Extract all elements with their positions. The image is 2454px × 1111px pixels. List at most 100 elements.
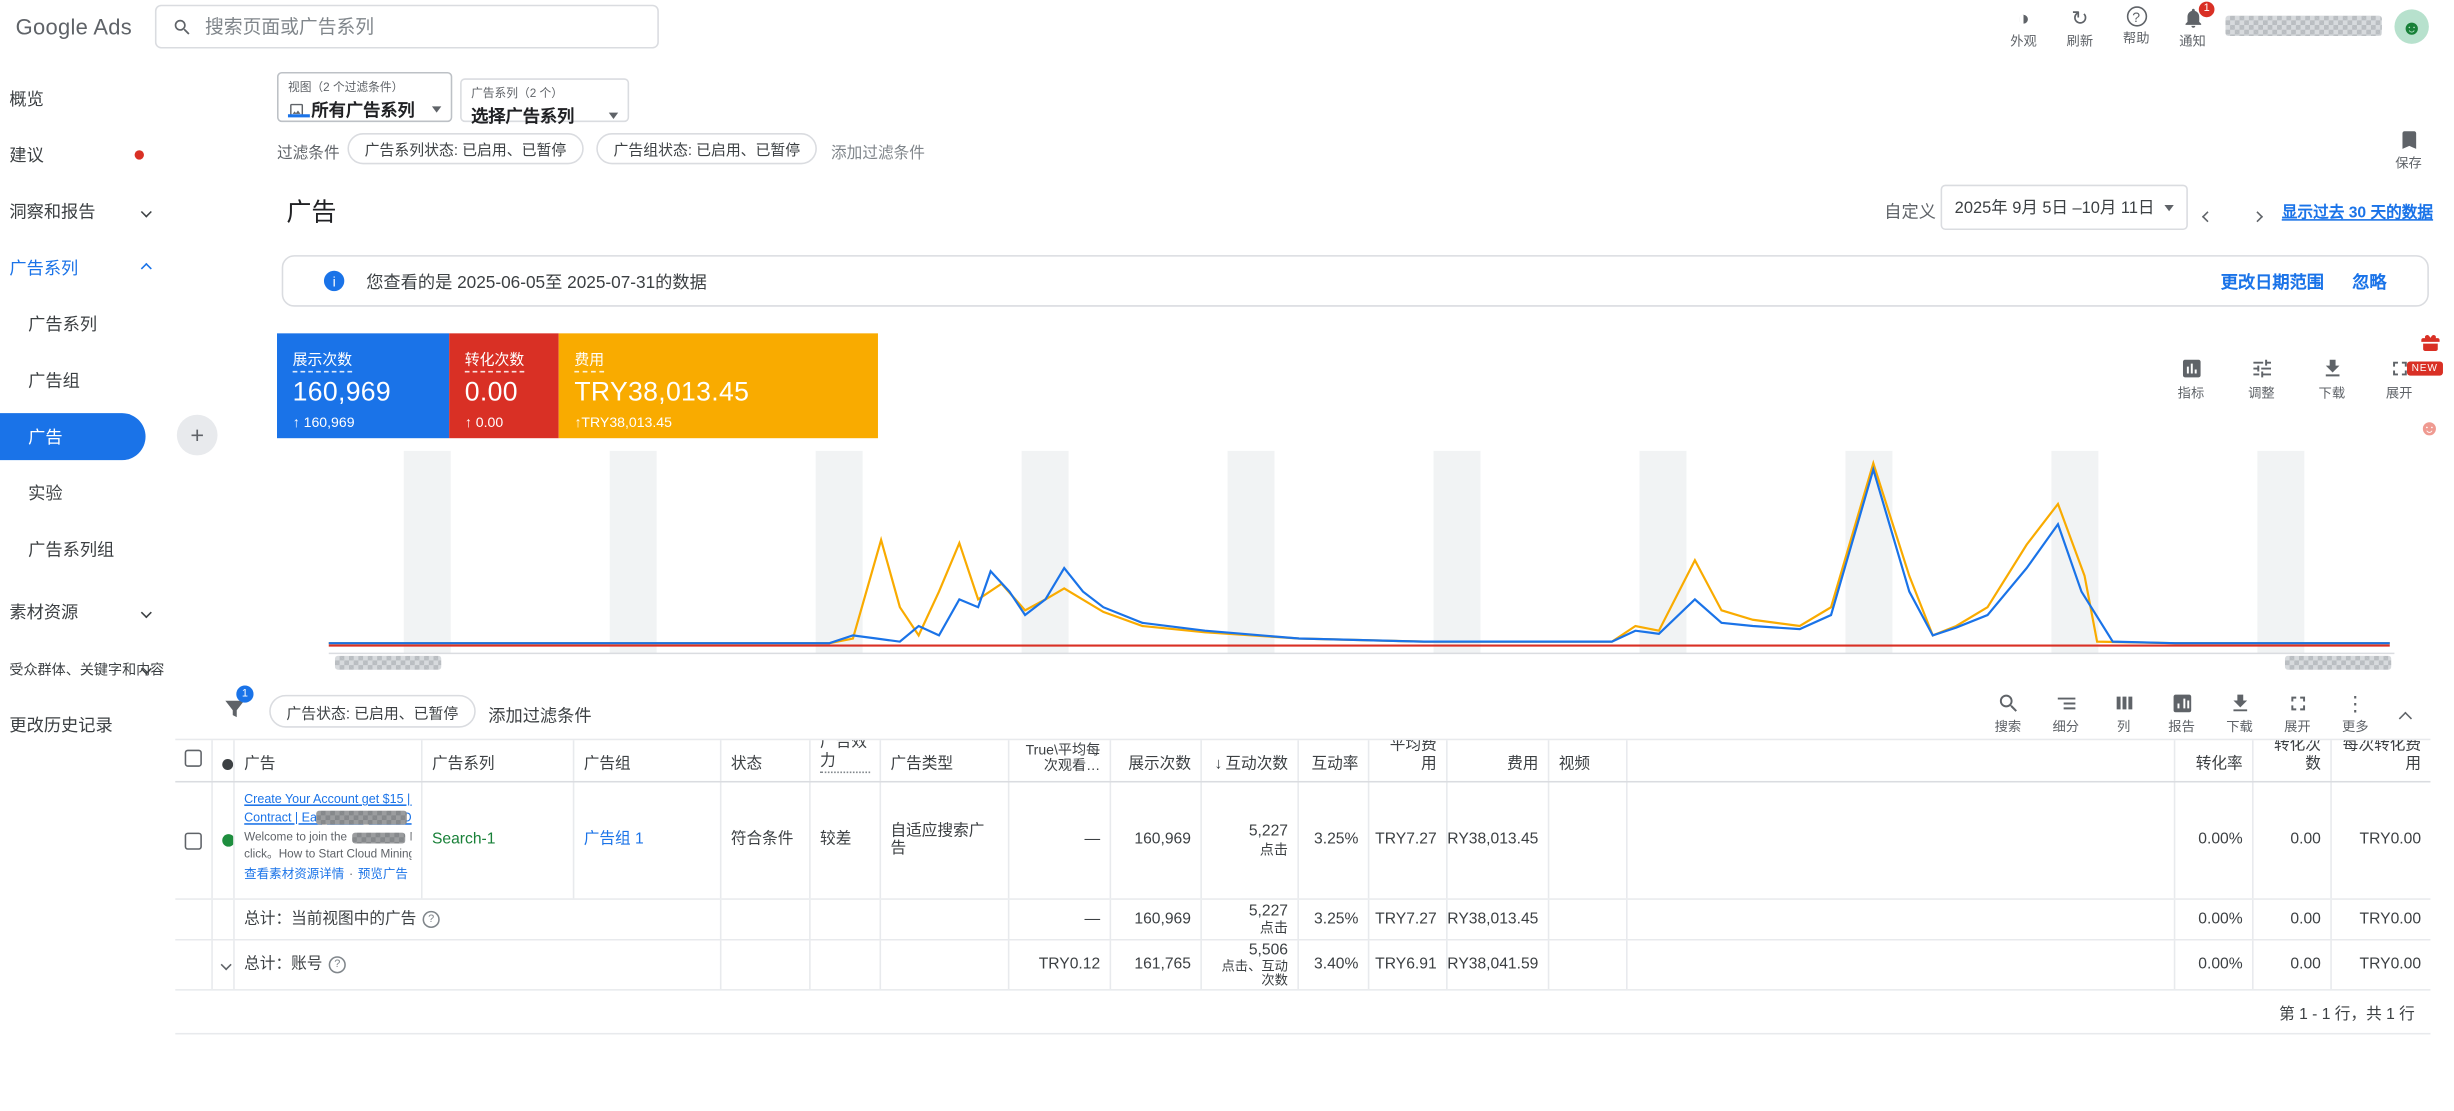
ad-status-filter-chip[interactable]: 广告状态: 已启用、已暂停	[269, 694, 476, 728]
sidebar-item-experiments[interactable]: 实验	[0, 465, 169, 521]
empty-cell	[881, 899, 1010, 940]
ad-title-link[interactable]: Create Your Account get $15 | Cloud Mini…	[244, 790, 411, 809]
scorecard-conversions[interactable]: 转化次数 0.00 ↑ 0.00	[449, 333, 559, 439]
search-icon	[1999, 694, 2017, 712]
separator-dot: ·	[348, 867, 354, 882]
previous-period-button[interactable]	[2201, 200, 2213, 228]
expand-totals-cell[interactable]	[213, 940, 235, 990]
scorecard-impressions[interactable]: 展示次数 160,969 ↑ 160,969	[277, 333, 450, 439]
axis-date-label-redacted	[334, 655, 442, 670]
col-header-interaction-rate[interactable]: 互动率	[1299, 740, 1370, 781]
dismiss-link[interactable]: 忽略	[2352, 268, 2386, 293]
refresh-button[interactable]: ↻ 刷新	[2056, 6, 2103, 50]
sidebar-item-campaigns-section[interactable]: 广告系列	[0, 239, 169, 295]
add-filter-button[interactable]: 添加过滤条件	[831, 139, 925, 163]
report-button[interactable]: 报告	[2158, 692, 2205, 736]
col-header-conversions[interactable]: 转化次数	[2254, 740, 2332, 781]
sidebar-item-assets[interactable]: 素材资源	[0, 584, 169, 640]
scorecard-cost[interactable]: 费用 TRY38,013.45 ↑TRY38,013.45	[558, 333, 878, 439]
sidebar-item-change-history[interactable]: 更改历史记录	[0, 696, 169, 752]
filter-chip-campaign-status[interactable]: 广告系列状态: 已启用、已暂停	[347, 133, 584, 165]
more-button[interactable]: ⋮ 更多	[2332, 692, 2379, 736]
download-button[interactable]: 下载	[2308, 357, 2355, 402]
feedback-smiley-icon[interactable]: ☻	[2418, 416, 2441, 438]
view-selector-caption: 视图（2 个过滤条件）	[287, 79, 404, 94]
scorecard-label[interactable]: 展示次数	[292, 347, 353, 373]
scorecard-label[interactable]: 转化次数	[464, 347, 525, 373]
vertical-ellipsis-icon: ⋮	[2345, 691, 2366, 716]
add-button[interactable]: +	[176, 414, 218, 456]
ad-group-cell[interactable]: 广告组 1	[574, 782, 722, 899]
segment-button[interactable]: 细分	[2042, 692, 2089, 736]
chevron-down-icon	[140, 205, 152, 217]
global-search[interactable]	[154, 4, 659, 49]
table-expand-button[interactable]: 展开	[2274, 692, 2321, 736]
pagination-info: 第 1 - 1 行，共 1 行	[2279, 1006, 2415, 1024]
filter-chip-adgroup-status[interactable]: 广告组状态: 已启用、已暂停	[596, 133, 818, 165]
col-header-conv-rate[interactable]: 转化率	[2175, 740, 2254, 781]
col-header-ad-strength[interactable]: 广告效力	[811, 740, 882, 781]
select-all-checkbox[interactable]	[184, 749, 202, 767]
empty-cell	[811, 899, 882, 940]
view-selector[interactable]: 视图（2 个过滤条件） 所有广告系列	[277, 71, 453, 123]
help-icon[interactable]: ?	[422, 910, 440, 929]
avatar[interactable]: ☻	[2394, 9, 2429, 44]
change-date-range-link[interactable]: 更改日期范围	[2221, 268, 2324, 293]
sidebar-item-campaign-groups[interactable]: 广告系列组	[0, 521, 169, 577]
adjust-button[interactable]: 调整	[2238, 357, 2285, 402]
metrics-button[interactable]: 指标	[2168, 357, 2215, 402]
sidebar-item-label: 更改历史记录	[9, 716, 113, 736]
chevron-down-icon[interactable]	[220, 959, 232, 971]
account-cost-cell: TRY38,041.59	[1448, 940, 1550, 990]
sidebar-item-label: 概览	[9, 90, 44, 110]
preview-ad-link[interactable]: 预览广告	[358, 867, 408, 881]
show-last-30-days-link[interactable]: 显示过去 30 天的数据	[2282, 199, 2433, 222]
col-header-ad[interactable]: 广告	[235, 740, 423, 781]
help-icon[interactable]: ?	[328, 956, 346, 974]
col-header-video[interactable]: 视频	[1549, 740, 1628, 781]
col-header-cost-per-conv[interactable]: 每次转化费用	[2332, 740, 2431, 781]
appearance-button[interactable]: ◑ 外观	[2000, 6, 2047, 50]
sidebar-item-insights-reports[interactable]: 洞察和报告	[0, 183, 169, 239]
help-button[interactable]: ? 帮助	[2113, 6, 2160, 47]
columns-button[interactable]: 列	[2100, 692, 2147, 736]
totals-cost-per-conv-cell: TRY0.00	[2359, 910, 2422, 928]
sidebar-item-ads-selected[interactable]: 广告	[0, 413, 146, 461]
col-header-status[interactable]: 状态	[721, 740, 811, 781]
notification-badge: 1	[2198, 1, 2215, 18]
campaign-selector[interactable]: 广告系列（2 个） 选择广告系列	[460, 78, 630, 127]
scorecard-label[interactable]: 费用	[574, 347, 605, 373]
sidebar-item-overview[interactable]: 概览	[0, 70, 169, 126]
col-header-interactions[interactable]: ↓ 互动次数	[1202, 740, 1299, 781]
col-header-cost[interactable]: 费用	[1448, 740, 1550, 781]
next-period-button[interactable]	[2251, 200, 2264, 228]
interactions-cell: 5,227 点击	[1202, 782, 1299, 899]
gift-promo-icon[interactable]	[2419, 332, 2441, 354]
select-all-cell[interactable]	[175, 740, 213, 781]
campaign-cell[interactable]: Search-1	[423, 782, 575, 899]
col-header-trueview[interactable]: True\平均每次观看…	[1009, 740, 1112, 781]
add-filter-button[interactable]: 添加过滤条件	[488, 703, 591, 728]
info-icon: i	[323, 270, 345, 292]
row-checkbox[interactable]	[184, 831, 202, 850]
col-header-ad-type[interactable]: 广告类型	[881, 740, 1010, 781]
sidebar-item-ad-groups[interactable]: 广告组	[0, 352, 169, 408]
col-header-campaign[interactable]: 广告系列	[423, 740, 575, 781]
sidebar-item-campaigns[interactable]: 广告系列	[0, 296, 169, 352]
table-download-button[interactable]: 下载	[2216, 692, 2263, 736]
ad-preview-cell: Create Your Account get $15 | Cloud Mini…	[235, 782, 423, 899]
notifications-button[interactable]: 通知 1	[2169, 1, 2216, 50]
row-checkbox-cell[interactable]	[175, 782, 213, 899]
table-search-button[interactable]: 搜索	[1984, 692, 2031, 736]
sidebar-item-recommendations[interactable]: 建议	[0, 127, 169, 183]
col-header-ad-group[interactable]: 广告组	[574, 740, 722, 781]
date-range-picker[interactable]: 2025年 9月 5日 –10月 11日	[1940, 184, 2188, 231]
search-input[interactable]	[205, 15, 642, 38]
collapse-table-button[interactable]	[2398, 703, 2413, 731]
sidebar-item-audiences-keywords-content[interactable]: 受众群体、关键字和内容	[0, 640, 169, 696]
col-header-avg-cost[interactable]: 平均费用	[1369, 740, 1448, 781]
view-assets-link[interactable]: 查看素材资源详情	[244, 867, 344, 881]
save-button[interactable]: 保存	[2385, 128, 2432, 172]
col-header-impressions[interactable]: 展示次数	[1111, 740, 1202, 781]
search-icon	[174, 18, 190, 34]
